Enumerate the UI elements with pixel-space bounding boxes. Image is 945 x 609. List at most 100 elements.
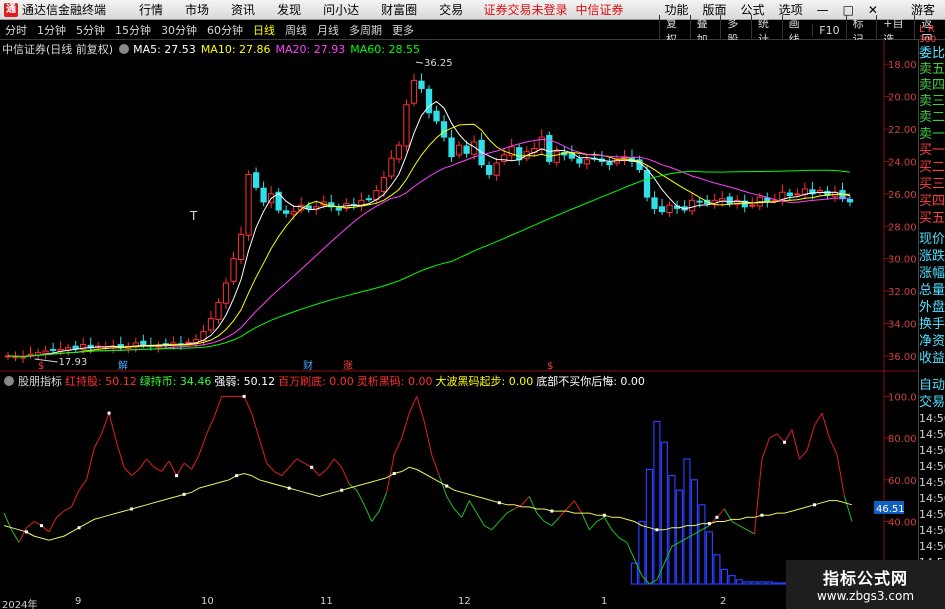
panel-item[interactable]: 卖五 (919, 62, 945, 78)
rg-marker (175, 474, 179, 478)
strength-marker (287, 486, 291, 490)
candle-body (305, 205, 312, 209)
panel-item[interactable]: 卖一 (919, 127, 945, 143)
candle-body (207, 318, 215, 331)
menu-quotes[interactable]: 行情 (128, 1, 174, 18)
candle-body (764, 197, 771, 203)
candle-body (260, 187, 267, 203)
period-weekly[interactable]: 周线 (280, 22, 312, 38)
candle-body (290, 211, 297, 215)
panel-item[interactable]: 外盘 (919, 300, 945, 316)
panel-item[interactable]: 涨幅 (919, 266, 945, 282)
event-marker[interactable]: $ (547, 361, 553, 372)
candle-body (418, 80, 425, 90)
panel-item[interactable]: 换手 (919, 317, 945, 333)
panel-item[interactable]: 总量 (919, 283, 945, 299)
panel-item[interactable]: 委比 (919, 46, 945, 62)
panel-item[interactable]: 买四 (919, 194, 945, 210)
y-tick-label: 30.00 (888, 255, 917, 266)
indicator-chart[interactable]: 100.080.0060.0040.0020.0046.51 (0, 372, 918, 596)
panel-item[interactable]: 涨跌 (919, 249, 945, 265)
panel-trade-time: 14:56 (919, 428, 945, 441)
rg-marker (242, 394, 246, 398)
candle-body (335, 207, 342, 211)
event-marker[interactable]: 涨 (343, 360, 353, 372)
strength-marker (77, 526, 81, 530)
period-intraday[interactable]: 分时 (0, 22, 32, 38)
settings-icon[interactable] (119, 44, 130, 54)
panel-item[interactable]: 买三 (919, 177, 945, 193)
ind-y-tick-label: 60.00 (888, 476, 917, 487)
ma5-label: MA5: 27.53 (133, 42, 196, 56)
x-label-sep: 9 (75, 596, 82, 607)
app-logo-icon: 通 (4, 2, 18, 17)
panel-item[interactable]: 收益 (919, 351, 945, 367)
strength-marker (812, 503, 816, 507)
period-30min[interactable]: 30分钟 (156, 22, 202, 38)
period-1min[interactable]: 1分钟 (32, 22, 71, 38)
panel-item[interactable]: 买五 (919, 211, 945, 227)
panel-trade-time: 14:56 (919, 476, 945, 489)
broker-name[interactable]: 中信证券 (576, 1, 624, 18)
panel-item[interactable]: 自动 (919, 378, 945, 394)
panel-item[interactable]: 现价 (919, 232, 945, 248)
strength-marker (760, 513, 764, 517)
period-15min[interactable]: 15分钟 (110, 22, 156, 38)
candlestick-chart[interactable]: 36.25 17.93 T $ 解 财 涨 $ 36.00 34.00 32.00 30.00 28.… (0, 40, 918, 372)
panel-item[interactable]: 净资 (919, 334, 945, 350)
period-multi[interactable]: 多周期 (344, 22, 387, 38)
strength-marker (392, 472, 396, 476)
panel-item[interactable]: 卖二 (919, 110, 945, 126)
indicator-black-code: 灵析黑码: 0.00 (356, 375, 433, 388)
strength-marker (235, 474, 239, 478)
strength-marker (550, 509, 554, 513)
panel-item[interactable]: 卖四 (919, 78, 945, 94)
tool-f10[interactable]: F10 (812, 24, 845, 37)
x-label-dec: 12 (458, 596, 471, 607)
stock-name[interactable]: 中信证券(日线 前复权) (2, 41, 113, 57)
panel-trade-time: 14:56 (919, 508, 945, 521)
indicator-name[interactable]: 股朋指标 (18, 373, 62, 389)
indicator-settings-icon[interactable] (4, 376, 14, 386)
y-tick-label: 24.00 (888, 157, 917, 168)
minimize-button[interactable]: — (810, 3, 836, 17)
rg-marker (782, 440, 786, 444)
menu-news[interactable]: 资讯 (220, 1, 266, 18)
period-daily[interactable]: 日线 (248, 22, 280, 38)
candle-body (749, 204, 756, 207)
period-60min[interactable]: 60分钟 (202, 22, 248, 38)
menu-trade[interactable]: 交易 (428, 1, 474, 18)
candle-body (688, 199, 696, 212)
indicator-green-cash: 绿持币: 34.46 (139, 375, 212, 388)
strength-marker (25, 530, 29, 534)
candle-body (395, 144, 403, 160)
period-more[interactable]: 更多 (387, 22, 419, 38)
candle-body (794, 193, 801, 196)
panel-item[interactable]: 卖三 (919, 94, 945, 110)
candle-body (185, 341, 192, 344)
event-marker[interactable]: $ (38, 361, 44, 372)
menu-ask-xiaoda[interactable]: 问小达 (312, 1, 370, 18)
event-marker[interactable]: 财 (303, 359, 313, 372)
event-marker[interactable]: 解 (118, 359, 128, 372)
menu-wealth-circle[interactable]: 财富圈 (370, 1, 428, 18)
menu-market[interactable]: 市场 (174, 1, 220, 18)
panel-item[interactable]: 买二 (919, 160, 945, 176)
t-marker: T (189, 209, 198, 223)
candle-body (493, 162, 500, 176)
candle-body (643, 169, 651, 198)
period-5min[interactable]: 5分钟 (71, 22, 110, 38)
period-monthly[interactable]: 月线 (312, 22, 344, 38)
panel-item[interactable]: 买一 (919, 143, 945, 159)
trade-login-notice[interactable]: 证券交易未登录 (483, 1, 567, 18)
rg-marker (310, 465, 314, 469)
y-tick-label: 26.00 (888, 190, 917, 201)
menu-discover[interactable]: 发现 (266, 1, 312, 18)
y-tick-label: 28.00 (888, 222, 917, 233)
panel-item[interactable]: 交易 (919, 395, 945, 411)
x-label-nov: 11 (320, 596, 333, 607)
candle-body (463, 145, 470, 154)
strength-marker (340, 488, 344, 492)
x-axis: 2024年 9 10 11 12 1 2 (0, 596, 918, 609)
candle-body (486, 164, 493, 175)
